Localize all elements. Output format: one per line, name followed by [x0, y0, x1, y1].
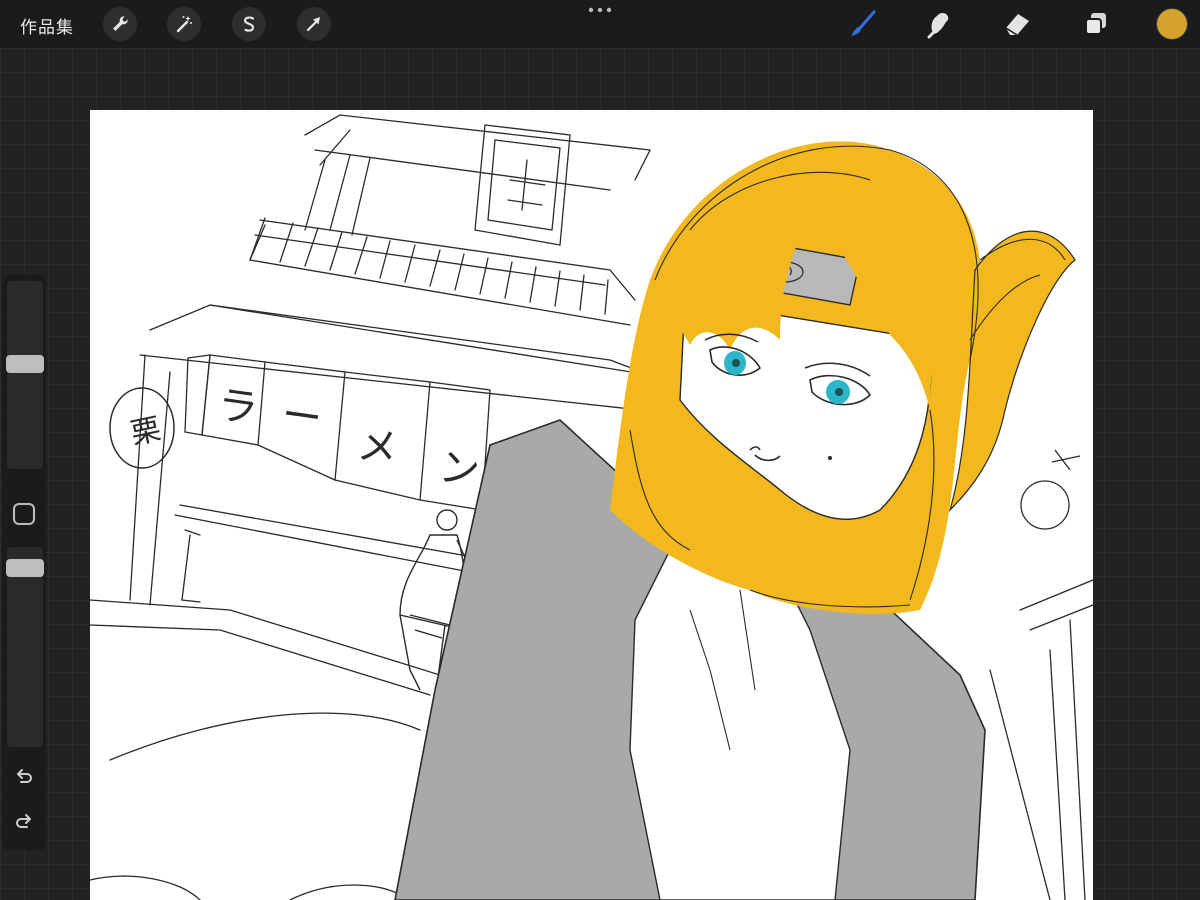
- transform-button[interactable]: [297, 7, 331, 41]
- selection-button[interactable]: [232, 7, 266, 41]
- adjustments-button[interactable]: [167, 7, 201, 41]
- smudge-tool-button[interactable]: [921, 6, 957, 42]
- undo-button[interactable]: [11, 763, 37, 789]
- brush-size-handle[interactable]: [6, 355, 44, 373]
- ramen-sign: ラ ー メ ン: [215, 382, 483, 495]
- top-toolbar: 作品集: [0, 0, 1200, 48]
- layers-button[interactable]: [1078, 6, 1114, 42]
- magic-wand-icon: [176, 16, 192, 33]
- arrow-cursor-icon: [306, 17, 320, 32]
- sign-char-4: ン: [436, 444, 482, 495]
- modify-button[interactable]: [13, 503, 35, 525]
- lantern-char: 栗: [128, 412, 165, 452]
- actions-button[interactable]: [103, 7, 137, 41]
- brush-size-slider[interactable]: [6, 281, 44, 469]
- left-sidebar: [2, 275, 46, 850]
- redo-icon: [16, 814, 31, 828]
- redo-button[interactable]: [11, 808, 37, 834]
- selection-s-icon: [243, 16, 255, 32]
- wrench-icon: [113, 16, 128, 31]
- smudge-icon: [927, 12, 949, 39]
- brush-icon: [851, 10, 876, 36]
- gallery-button[interactable]: 作品集: [20, 13, 74, 38]
- eraser-icon: [1005, 14, 1029, 36]
- brush-tool-button[interactable]: [845, 6, 881, 42]
- undo-icon: [17, 769, 32, 783]
- sign-char-2: ー: [279, 392, 325, 443]
- sign-char-1: ラ: [215, 382, 261, 433]
- sign-char-3: メ: [355, 422, 401, 473]
- sketch-artwork: 栗 ラ ー メ ン: [90, 114, 1093, 900]
- drawing-canvas[interactable]: 栗 ラ ー メ ン: [90, 110, 1093, 900]
- more-options-icon[interactable]: [586, 4, 614, 16]
- eraser-tool-button[interactable]: [999, 6, 1035, 42]
- opacity-slider[interactable]: [6, 547, 44, 747]
- opacity-handle[interactable]: [6, 559, 44, 577]
- mascot-doodle: [1020, 449, 1081, 530]
- color-picker-button[interactable]: [1157, 9, 1187, 39]
- layers-icon: [1085, 13, 1106, 35]
